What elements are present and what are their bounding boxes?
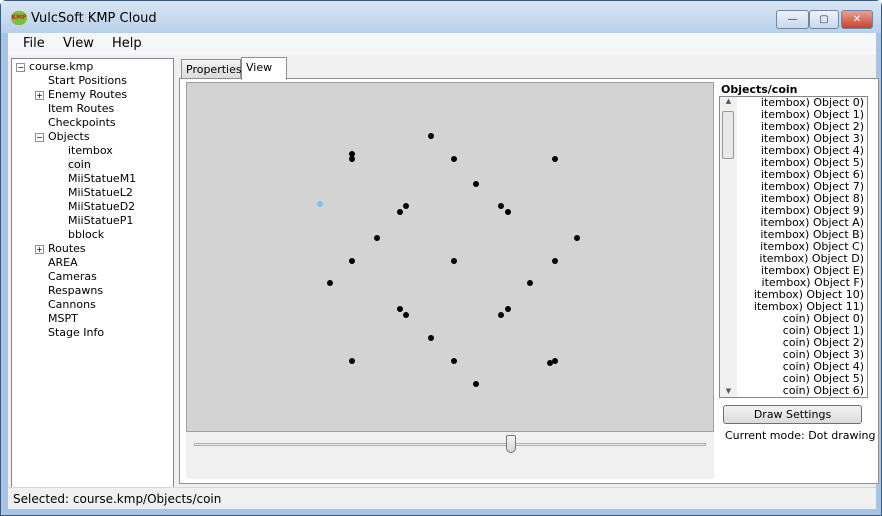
status-text: Selected: course.kmp/Objects/coin: [13, 492, 222, 506]
app-window: KMP VulcSoft KMP Cloud — ▢ ✕ File View H…: [0, 0, 882, 516]
object-dot[interactable]: [397, 209, 403, 215]
tree-item[interactable]: Start Positions: [48, 74, 127, 87]
objects-list[interactable]: itembox) Object 0) itembox) Object 1) item…: [719, 96, 868, 398]
tree-item[interactable]: coin: [68, 158, 91, 171]
object-list-item[interactable]: coin) Object 6): [737, 385, 867, 397]
object-dot[interactable]: [498, 203, 504, 209]
object-dot[interactable]: [451, 156, 457, 162]
tree-item[interactable]: Cannons: [48, 298, 96, 311]
expand-icon[interactable]: +: [35, 91, 44, 100]
object-dot[interactable]: [428, 335, 434, 341]
menu-bar: File View Help: [8, 33, 876, 55]
tree-item[interactable]: Routes: [48, 242, 86, 255]
tree-item[interactable]: Item Routes: [48, 102, 114, 115]
objects-title: Objects/coin: [721, 83, 798, 96]
tab-properties[interactable]: Properties: [181, 59, 242, 79]
tree-item[interactable]: MiiStatueP1: [68, 214, 133, 227]
draw-settings-button[interactable]: Draw Settings: [723, 405, 862, 424]
menu-file[interactable]: File: [23, 36, 45, 51]
client-area: File View Help − course.kmp Start Position…: [8, 33, 879, 509]
object-dot[interactable]: [349, 258, 355, 264]
object-dot[interactable]: [374, 235, 380, 241]
menu-help[interactable]: Help: [112, 36, 142, 51]
object-dot[interactable]: [552, 258, 558, 264]
object-dot[interactable]: [473, 181, 479, 187]
object-dot[interactable]: [327, 280, 333, 286]
object-dot[interactable]: [552, 358, 558, 364]
object-dot[interactable]: [451, 258, 457, 264]
tree-item[interactable]: Checkpoints: [48, 116, 116, 129]
object-dot[interactable]: [451, 358, 457, 364]
object-dot[interactable]: [473, 381, 479, 387]
object-dot[interactable]: [505, 209, 511, 215]
tree-item[interactable]: Respawns: [48, 284, 103, 297]
object-dot[interactable]: [349, 156, 355, 162]
tree-item[interactable]: itembox: [68, 144, 113, 157]
tree-item[interactable]: bblock: [68, 228, 104, 241]
tree-item[interactable]: Cameras: [48, 270, 97, 283]
selected-object-dot[interactable]: [317, 201, 323, 207]
tree-item[interactable]: course.kmp: [29, 60, 93, 73]
slider-track[interactable]: [194, 443, 706, 446]
slider-thumb[interactable]: [506, 435, 517, 453]
list-scrollbar[interactable]: ▲ ▼: [720, 97, 737, 397]
collapse-icon[interactable]: −: [16, 63, 25, 72]
scroll-up-icon[interactable]: ▲: [720, 97, 737, 105]
object-dot[interactable]: [403, 312, 409, 318]
object-dot[interactable]: [552, 156, 558, 162]
view-panel: Objects/coin itembox) Object 0) itembox) …: [179, 78, 879, 484]
status-bar: Selected: course.kmp/Objects/coin: [8, 487, 876, 509]
tree-item[interactable]: AREA: [48, 256, 78, 269]
object-dot[interactable]: [403, 203, 409, 209]
object-dot[interactable]: [428, 133, 434, 139]
kmp-tree-view[interactable]: − course.kmp Start Positions + Enemy Routes I…: [11, 58, 174, 488]
object-dot[interactable]: [574, 235, 580, 241]
current-mode-label: Current mode: Dot drawing: [725, 429, 876, 442]
scroll-down-icon[interactable]: ▼: [720, 387, 737, 395]
tree-item[interactable]: MiiStatueM1: [68, 172, 136, 185]
object-dot[interactable]: [397, 306, 403, 312]
object-dot[interactable]: [527, 280, 533, 286]
title-bar: KMP VulcSoft KMP Cloud — ▢ ✕: [1, 1, 881, 33]
zoom-slider[interactable]: [186, 432, 714, 479]
tree-item[interactable]: Stage Info: [48, 326, 104, 339]
map-canvas[interactable]: [186, 82, 714, 432]
tree-item[interactable]: Objects: [48, 130, 90, 143]
tree-item[interactable]: MiiStatueD2: [68, 200, 135, 213]
tree-item[interactable]: MiiStatueL2: [68, 186, 133, 199]
tab-view[interactable]: View: [241, 57, 287, 80]
minimize-button[interactable]: —: [776, 10, 809, 29]
object-dot[interactable]: [349, 358, 355, 364]
object-dot[interactable]: [505, 306, 511, 312]
maximize-button[interactable]: ▢: [809, 10, 839, 29]
menu-view[interactable]: View: [63, 36, 94, 51]
scroll-thumb[interactable]: [722, 111, 734, 159]
tree-item[interactable]: Enemy Routes: [48, 88, 127, 101]
tree-item[interactable]: MSPT: [48, 312, 78, 325]
window-title: VulcSoft KMP Cloud: [31, 11, 157, 26]
collapse-icon[interactable]: −: [35, 133, 44, 142]
object-dot[interactable]: [498, 312, 504, 318]
close-button[interactable]: ✕: [841, 10, 873, 29]
app-icon: KMP: [11, 11, 27, 25]
expand-icon[interactable]: +: [35, 245, 44, 254]
